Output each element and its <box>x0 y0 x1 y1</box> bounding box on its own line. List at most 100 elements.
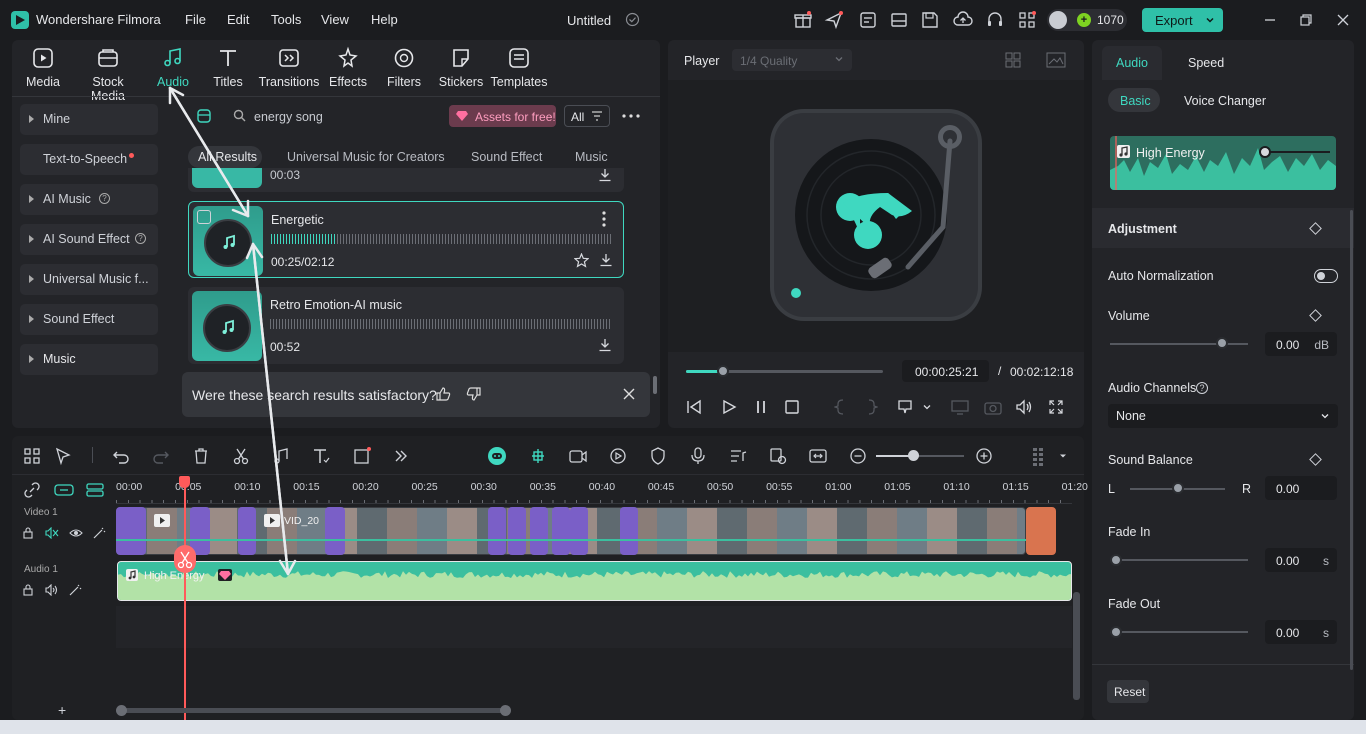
menu-edit[interactable]: Edit <box>227 12 249 27</box>
scroll-handle-right[interactable] <box>500 705 511 716</box>
auto-sync-icon[interactable] <box>568 446 588 466</box>
cloud-upload-icon[interactable] <box>953 10 973 30</box>
close-icon[interactable] <box>622 387 636 401</box>
mark-out-icon[interactable] <box>866 399 878 415</box>
magic-wand-icon[interactable] <box>93 527 106 539</box>
balance-slider-handle[interactable] <box>1171 482 1184 494</box>
zoom-slider-handle[interactable] <box>908 450 919 461</box>
sidebar-item-universal-music[interactable]: Universal Music f... <box>20 264 158 295</box>
video-clip[interactable] <box>1026 507 1056 555</box>
zoom-out-icon[interactable] <box>848 446 868 466</box>
zoom-slider[interactable] <box>876 450 964 461</box>
fit-timeline-icon[interactable] <box>808 446 828 466</box>
help-icon[interactable]: ? <box>135 233 146 244</box>
balance-input[interactable]: 0.00 <box>1265 476 1337 500</box>
text-icon[interactable] <box>311 446 331 466</box>
tab-templates[interactable]: Templates <box>486 46 552 89</box>
tab-transitions[interactable]: Transitions <box>256 46 322 89</box>
reset-button[interactable]: Reset <box>1107 680 1149 703</box>
thumbs-up-icon[interactable] <box>435 386 451 402</box>
send-icon[interactable] <box>824 10 844 30</box>
volume-icon[interactable] <box>1015 399 1033 415</box>
list-item[interactable]: 00:03 <box>188 168 624 192</box>
layout-grid-icon[interactable] <box>22 446 42 466</box>
ai-assistant-icon[interactable] <box>487 446 507 466</box>
undo-icon[interactable] <box>111 446 131 466</box>
list-scrollbar[interactable] <box>653 376 657 394</box>
account-credits[interactable]: + 1070 <box>1047 9 1127 31</box>
fade-in-input[interactable]: 0.00 s <box>1265 548 1337 572</box>
subtab-basic[interactable]: Basic <box>1108 88 1160 112</box>
delete-icon[interactable] <box>191 446 211 466</box>
stop-icon[interactable] <box>784 399 800 415</box>
scroll-handle-left[interactable] <box>116 705 127 716</box>
download-icon[interactable] <box>598 338 612 352</box>
step-back-icon[interactable] <box>686 399 702 415</box>
fade-in-slider-handle[interactable] <box>1110 554 1122 566</box>
tab-audio-properties[interactable]: Audio <box>1102 46 1162 80</box>
playhead-line[interactable] <box>184 478 186 720</box>
split-scissors-icon[interactable] <box>231 446 251 466</box>
quality-dropdown[interactable]: 1/4 Quality <box>732 49 852 71</box>
menu-help[interactable]: Help <box>371 12 398 27</box>
more-tools-icon[interactable] <box>391 446 411 466</box>
video-clip[interactable] <box>508 507 526 555</box>
chevron-down-icon[interactable] <box>922 402 932 412</box>
play-icon[interactable] <box>721 399 737 415</box>
image-view-icon[interactable] <box>1046 52 1066 68</box>
snap-magnet-icon[interactable] <box>528 446 548 466</box>
tab-speed[interactable]: Speed <box>1188 56 1224 70</box>
apps-grid-icon[interactable] <box>1017 10 1037 30</box>
tab-titles[interactable]: Titles <box>195 46 261 89</box>
project-title[interactable]: Untitled <box>567 13 611 28</box>
video-clip[interactable] <box>116 507 146 555</box>
more-options-icon[interactable] <box>622 114 640 118</box>
link-track-icon[interactable] <box>54 482 74 498</box>
tab-stock-media[interactable]: Stock Media <box>75 46 141 103</box>
audio-mixer-icon[interactable] <box>728 446 748 466</box>
more-vertical-icon[interactable] <box>602 211 606 227</box>
download-icon[interactable] <box>598 168 612 182</box>
subtab-voice-changer[interactable]: Voice Changer <box>1184 94 1266 108</box>
property-scrollbar[interactable] <box>1350 210 1353 670</box>
crop-icon[interactable] <box>352 446 372 466</box>
search-input[interactable]: energy song <box>254 110 434 124</box>
library-toggle-icon[interactable] <box>196 108 212 124</box>
help-icon[interactable]: ? <box>1196 382 1208 394</box>
notes-icon[interactable] <box>858 10 878 30</box>
fade-out-slider[interactable] <box>1110 631 1248 633</box>
layout-icon[interactable] <box>889 10 909 30</box>
minimize-icon[interactable] <box>1260 10 1280 30</box>
current-time-box[interactable]: 00:00:25:21 <box>902 360 989 382</box>
menu-view[interactable]: View <box>321 12 349 27</box>
chevron-down-icon[interactable] <box>1204 14 1216 26</box>
add-track-icon[interactable] <box>86 482 104 498</box>
chevron-down-icon[interactable] <box>1058 451 1068 461</box>
volume-slider-handle[interactable] <box>1215 337 1228 349</box>
tab-media[interactable]: Media <box>10 46 76 89</box>
audio-muted-icon[interactable] <box>45 527 59 539</box>
list-item-selected[interactable]: Energetic 00:25/02:12 <box>188 201 624 278</box>
export-button[interactable]: Export <box>1142 8 1223 32</box>
video-clip[interactable] <box>325 507 345 555</box>
replace-icon[interactable] <box>768 446 788 466</box>
zoom-in-icon[interactable] <box>974 446 994 466</box>
progress-track[interactable] <box>686 365 883 377</box>
mark-in-icon[interactable] <box>834 399 846 415</box>
microphone-icon[interactable] <box>688 446 708 466</box>
track-menu-icon[interactable] <box>1030 446 1050 466</box>
sidebar-item-text-to-speech[interactable]: Text-to-Speech <box>20 144 158 175</box>
eye-visibility-icon[interactable] <box>69 527 83 539</box>
volume-input[interactable]: 0.00 dB <box>1265 332 1337 356</box>
add-track-plus-icon[interactable]: + <box>58 703 70 717</box>
category-all-results[interactable]: All Results <box>188 146 262 168</box>
speaker-icon[interactable] <box>45 584 59 596</box>
video-clip[interactable] <box>620 507 638 555</box>
video-clip[interactable] <box>488 507 506 555</box>
menu-tools[interactable]: Tools <box>271 12 301 27</box>
sidebar-item-ai-sound-effect[interactable]: AI Sound Effect? <box>20 224 158 255</box>
filter-all-button[interactable]: All <box>564 105 610 127</box>
help-icon[interactable]: ? <box>99 193 110 204</box>
favorite-star-icon[interactable] <box>574 253 589 268</box>
fade-out-input[interactable]: 0.00 s <box>1265 620 1337 644</box>
